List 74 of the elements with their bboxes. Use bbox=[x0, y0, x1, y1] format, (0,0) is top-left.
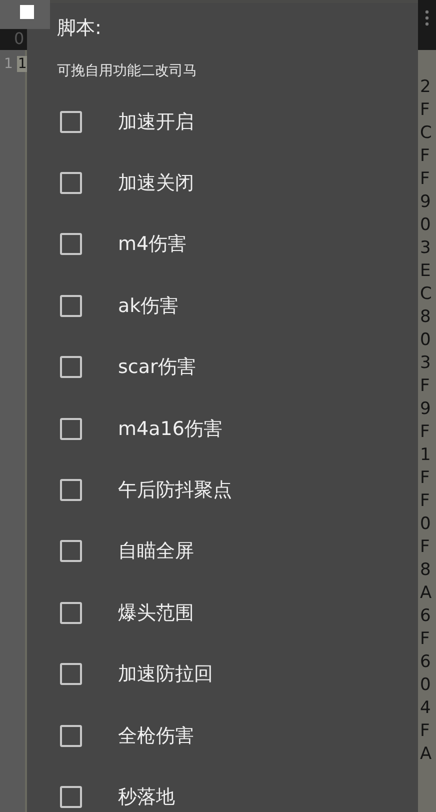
option-label: 自瞄全屏 bbox=[118, 539, 194, 564]
code-text: 4 bbox=[419, 697, 432, 720]
code-text: F bbox=[419, 375, 431, 398]
option-row[interactable]: m4伤害 bbox=[57, 214, 418, 276]
floating-button[interactable] bbox=[0, 0, 50, 29]
option-label: ak伤害 bbox=[118, 294, 179, 319]
code-text: A bbox=[419, 582, 433, 605]
code-text: F bbox=[419, 536, 431, 559]
square-icon bbox=[20, 4, 34, 18]
checkbox[interactable] bbox=[60, 233, 82, 256]
code-text: 3 bbox=[419, 352, 432, 375]
column-header: 0 bbox=[14, 28, 24, 50]
option-row[interactable]: 加速开启 bbox=[57, 91, 418, 152]
option-label: 加速关闭 bbox=[118, 171, 194, 196]
dialog-subtitle: 可挽自用功能二改司马 bbox=[57, 62, 198, 81]
code-text: 0 bbox=[419, 674, 432, 697]
checkbox[interactable] bbox=[60, 479, 82, 502]
checkbox[interactable] bbox=[60, 110, 82, 133]
code-text: 2 bbox=[419, 76, 432, 99]
code-text: F bbox=[419, 168, 431, 191]
code-text: 0 bbox=[419, 214, 432, 237]
option-label: scar伤害 bbox=[118, 355, 196, 380]
code-text: F bbox=[419, 99, 431, 122]
code-text: F bbox=[419, 628, 431, 651]
option-label: 午后防抖聚点 bbox=[118, 478, 232, 504]
code-text: C bbox=[419, 283, 433, 306]
option-row[interactable]: 加速关闭 bbox=[57, 152, 418, 214]
checkbox[interactable] bbox=[60, 356, 82, 378]
checkbox[interactable] bbox=[60, 786, 82, 808]
option-row[interactable]: 全枪伤害 bbox=[57, 704, 418, 766]
option-row[interactable]: ak伤害 bbox=[57, 275, 418, 337]
dialog-title: 脚本: bbox=[57, 16, 102, 41]
code-text: 8 bbox=[419, 306, 432, 329]
code-text: 6 bbox=[419, 605, 432, 628]
option-label: 全枪伤害 bbox=[118, 724, 194, 749]
option-row[interactable]: 加速防拉回 bbox=[57, 644, 418, 705]
code-text: A bbox=[419, 743, 433, 766]
option-label: 加速开启 bbox=[118, 110, 194, 135]
code-text: F bbox=[419, 490, 431, 513]
code-text: F bbox=[419, 145, 431, 168]
checkbox[interactable] bbox=[60, 540, 82, 562]
code-text: F bbox=[419, 720, 431, 743]
checkbox[interactable] bbox=[60, 172, 82, 194]
option-row[interactable]: scar伤害 bbox=[57, 336, 418, 398]
code-text: C bbox=[419, 122, 433, 145]
option-label: 加速防拉回 bbox=[118, 662, 213, 688]
line-number: 1 bbox=[3, 56, 13, 72]
option-label: m4a16伤害 bbox=[118, 416, 222, 442]
code-text: 1 bbox=[16, 56, 28, 72]
code-text: 6 bbox=[419, 651, 432, 674]
code-text: 8 bbox=[419, 559, 432, 582]
checkbox[interactable] bbox=[60, 724, 82, 747]
checkbox[interactable] bbox=[60, 294, 82, 317]
more-menu-icon[interactable] bbox=[425, 10, 429, 26]
checkbox[interactable] bbox=[60, 602, 82, 624]
option-label: m4伤害 bbox=[118, 232, 187, 258]
checkbox[interactable] bbox=[60, 418, 82, 440]
code-text: 3 bbox=[419, 237, 432, 260]
code-text: E bbox=[419, 260, 432, 283]
option-row[interactable]: m4a16伤害 bbox=[57, 398, 418, 460]
option-row[interactable]: 秒落地 bbox=[57, 766, 418, 812]
option-row[interactable]: 午后防抖聚点 bbox=[57, 459, 418, 521]
code-text: 0 bbox=[419, 513, 432, 536]
code-text: F bbox=[419, 467, 431, 490]
option-row[interactable]: 爆头范围 bbox=[57, 582, 418, 644]
code-text: 9 bbox=[419, 191, 432, 214]
code-text: 9 bbox=[419, 398, 432, 421]
checkbox[interactable] bbox=[60, 663, 82, 686]
code-text: F bbox=[419, 421, 431, 444]
option-label: 爆头范围 bbox=[118, 600, 194, 626]
option-row[interactable]: 自瞄全屏 bbox=[57, 520, 418, 582]
code-text: 1 bbox=[419, 444, 432, 467]
code-text: 0 bbox=[419, 329, 432, 352]
option-label: 秒落地 bbox=[118, 784, 175, 810]
